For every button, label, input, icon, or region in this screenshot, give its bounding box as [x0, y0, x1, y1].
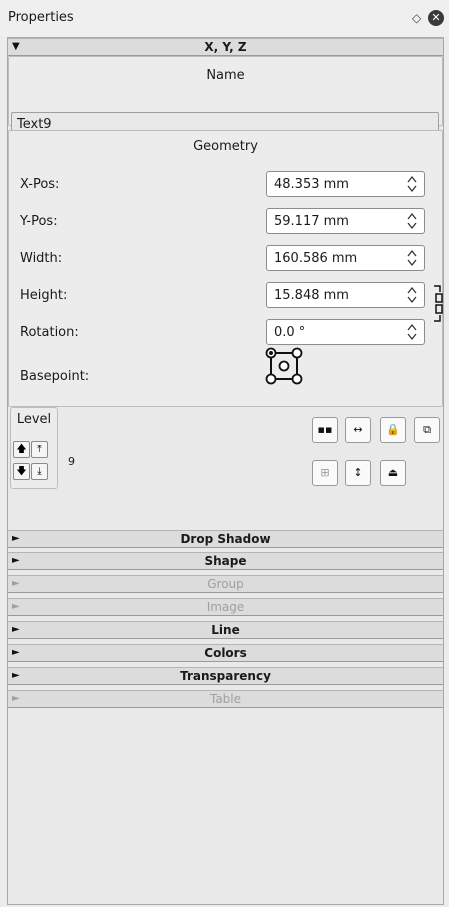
level-value: 9: [68, 455, 75, 468]
section-label: Colors: [204, 646, 247, 660]
x-pos-label: X-Pos:: [20, 177, 60, 192]
spin-arrows-icon[interactable]: [406, 174, 418, 194]
lower-to-bottom-button[interactable]: ⤓: [31, 463, 48, 480]
grid-button[interactable]: ▪▪: [312, 417, 338, 443]
section-label: Image: [206, 600, 245, 614]
dock-title: Properties: [8, 10, 74, 25]
y-pos-label: Y-Pos:: [20, 214, 58, 229]
collapsed-triangle-icon: ►: [12, 555, 20, 566]
y-pos-spinbox[interactable]: 59.117 mm: [266, 208, 425, 234]
section-header-drop-shadow[interactable]: ► Drop Shadow: [8, 530, 443, 548]
x-pos-value: 48.353 mm: [274, 177, 349, 192]
section-header-shape[interactable]: ► Shape: [8, 552, 443, 570]
section-header-table: ► Table: [8, 690, 443, 708]
section-header-transparency[interactable]: ► Transparency: [8, 667, 443, 685]
collapsed-triangle-icon: ►: [12, 647, 20, 658]
rotation-label: Rotation:: [20, 325, 79, 340]
height-label: Height:: [20, 288, 68, 303]
section-label: Group: [207, 577, 244, 591]
geometry-group-title: Geometry: [193, 139, 258, 154]
section-label: Table: [209, 692, 242, 706]
name-group: Name Text9: [8, 56, 443, 136]
section-header-xyz[interactable]: ▼ X, Y, Z: [8, 38, 443, 56]
lock-size-button[interactable]: ⧉: [414, 417, 440, 443]
section-header-group: ► Group: [8, 575, 443, 593]
name-group-title: Name: [206, 68, 245, 83]
collapsed-triangle-icon: ►: [12, 624, 20, 635]
flip-vertical-button[interactable]: ↕: [345, 460, 371, 486]
collapsed-triangle-icon: ►: [12, 578, 20, 589]
dock-titlebar: Properties ◇ ✕: [0, 0, 449, 37]
section-header-line[interactable]: ► Line: [8, 621, 443, 639]
level-title: Level: [16, 412, 52, 427]
spin-arrows-icon[interactable]: [406, 285, 418, 305]
print-button[interactable]: ⏏: [380, 460, 406, 486]
section-label: Drop Shadow: [180, 532, 271, 546]
section-header-colors[interactable]: ► Colors: [8, 644, 443, 662]
expanded-triangle-icon: ▼: [12, 41, 20, 52]
height-value: 15.848 mm: [274, 288, 349, 303]
x-pos-spinbox[interactable]: 48.353 mm: [266, 171, 425, 197]
width-value: 160.586 mm: [274, 251, 358, 266]
lock-button[interactable]: 🔒: [380, 417, 406, 443]
width-label: Width:: [20, 251, 63, 266]
raise-to-top-button[interactable]: ⤒: [31, 441, 48, 458]
basepoint-label: Basepoint:: [20, 369, 90, 384]
properties-panel: ▼ X, Y, Z Name Text9 Geometry X-Pos: 48.…: [7, 37, 444, 905]
flip-horizontal-button[interactable]: ↔: [345, 417, 371, 443]
float-diamond-icon[interactable]: ◇: [412, 11, 421, 25]
section-label: Line: [211, 623, 240, 637]
spin-arrows-icon[interactable]: [406, 211, 418, 231]
rotation-spinbox[interactable]: 0.0 °: [266, 319, 425, 345]
spin-arrows-icon[interactable]: [406, 322, 418, 342]
y-pos-value: 59.117 mm: [274, 214, 349, 229]
section-header-image: ► Image: [8, 598, 443, 616]
collapsed-triangle-icon: ►: [12, 670, 20, 681]
raise-level-button[interactable]: 🡅: [13, 441, 30, 458]
grid-disabled-button[interactable]: ⊞: [312, 460, 338, 486]
lower-level-button[interactable]: 🡇: [13, 463, 30, 480]
spin-arrows-icon[interactable]: [406, 248, 418, 268]
width-spinbox[interactable]: 160.586 mm: [266, 245, 425, 271]
section-label: Shape: [204, 554, 247, 568]
height-spinbox[interactable]: 15.848 mm: [266, 282, 425, 308]
collapsed-triangle-icon: ►: [12, 693, 20, 704]
section-label: Transparency: [180, 669, 271, 683]
level-group: Level 🡅 ⤒ 🡇 ⤓: [10, 407, 58, 489]
keep-ratio-chain-icon[interactable]: [432, 284, 444, 324]
basepoint-selector-icon[interactable]: [263, 345, 307, 389]
rotation-value: 0.0 °: [274, 325, 306, 340]
close-icon[interactable]: ✕: [428, 10, 444, 26]
section-label-xyz: X, Y, Z: [204, 40, 247, 54]
collapsed-triangle-icon: ►: [12, 533, 20, 544]
collapsed-triangle-icon: ►: [12, 601, 20, 612]
